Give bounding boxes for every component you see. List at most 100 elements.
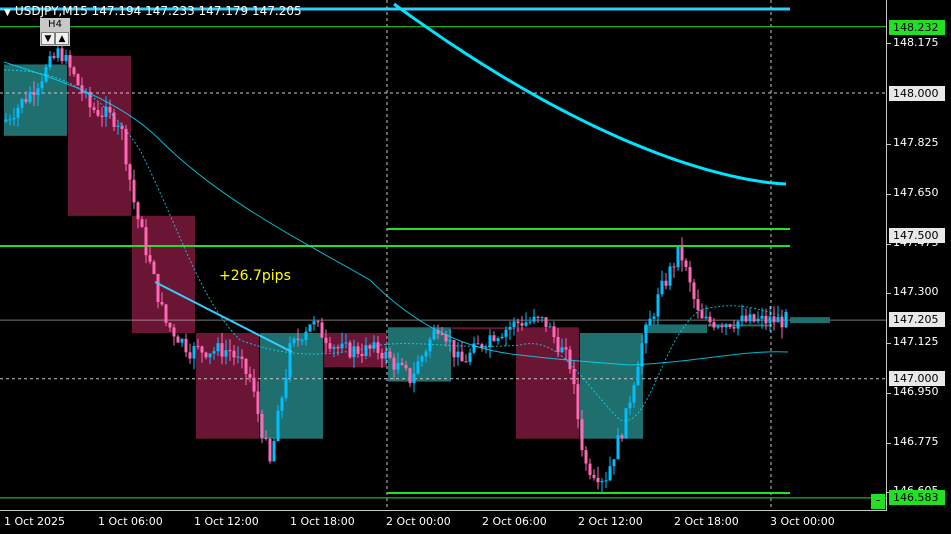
candle-body bbox=[568, 349, 572, 370]
candle-body bbox=[700, 310, 704, 319]
candle-body bbox=[136, 202, 140, 220]
candle-body bbox=[308, 324, 312, 332]
candle-body bbox=[532, 316, 536, 322]
candle-body bbox=[296, 338, 300, 341]
candle-body bbox=[688, 267, 692, 283]
candle-body bbox=[320, 322, 324, 338]
candle-body bbox=[344, 342, 348, 344]
candle-body bbox=[572, 369, 576, 385]
candle-body bbox=[692, 282, 696, 300]
candle-body bbox=[160, 302, 164, 305]
candle-body bbox=[420, 356, 424, 362]
price-chart[interactable] bbox=[0, 0, 886, 510]
candle-body bbox=[72, 67, 76, 75]
candle-body bbox=[336, 347, 340, 349]
time-tick: 2 Oct 12:00 bbox=[578, 515, 643, 528]
candle-body bbox=[712, 322, 716, 328]
candle-body bbox=[60, 48, 64, 62]
candle-body bbox=[408, 368, 412, 384]
candle-body bbox=[740, 315, 744, 322]
candle-body bbox=[696, 299, 700, 311]
candle-body bbox=[660, 280, 664, 295]
candle-body bbox=[528, 321, 532, 323]
candle-body bbox=[252, 377, 256, 392]
candle-body bbox=[760, 315, 764, 319]
candle-body bbox=[736, 321, 740, 329]
candle-body bbox=[196, 346, 200, 348]
candle-body bbox=[92, 107, 96, 111]
candle-body bbox=[576, 384, 580, 420]
candle-body bbox=[484, 347, 488, 349]
candle-body bbox=[264, 437, 268, 439]
candle-body bbox=[188, 352, 192, 359]
timeframe-up-icon[interactable]: ▲ bbox=[55, 32, 69, 45]
candle-body bbox=[348, 342, 352, 358]
candle-body bbox=[232, 350, 236, 358]
candle-body bbox=[592, 475, 596, 478]
candle-body bbox=[464, 361, 468, 363]
price-tick: 147.825 bbox=[893, 136, 939, 149]
candle-body bbox=[300, 340, 304, 342]
timeframe-down-icon[interactable]: ▼ bbox=[41, 32, 55, 45]
time-axis: 1 Oct 2025 1 Oct 06:00 1 Oct 12:00 1 Oct… bbox=[0, 511, 886, 534]
candle-body bbox=[24, 99, 28, 102]
candle-body bbox=[352, 346, 356, 358]
candle-body bbox=[624, 408, 628, 439]
candle-body bbox=[564, 347, 568, 350]
candle-body bbox=[496, 338, 500, 341]
candle-body bbox=[340, 343, 344, 349]
price-label-current: 147.205 bbox=[889, 312, 945, 327]
candle-body bbox=[176, 336, 180, 343]
candle-body bbox=[540, 317, 544, 319]
collapse-triangle-icon[interactable]: ▼ bbox=[4, 8, 11, 18]
price-tick-mark bbox=[887, 443, 891, 444]
candle-body bbox=[524, 322, 528, 326]
candle-body bbox=[536, 316, 540, 318]
time-tick: 3 Oct 00:00 bbox=[770, 515, 835, 528]
candle-body bbox=[316, 321, 320, 323]
time-tick: 1 Oct 12:00 bbox=[194, 515, 259, 528]
time-tick: 2 Oct 18:00 bbox=[674, 515, 739, 528]
h4-box bbox=[4, 64, 67, 136]
candle-body bbox=[516, 321, 520, 324]
candle-body bbox=[424, 351, 428, 357]
candle-body bbox=[448, 340, 452, 342]
candle-body bbox=[4, 119, 8, 122]
time-tick: 1 Oct 18:00 bbox=[290, 515, 355, 528]
candle-body bbox=[400, 362, 404, 365]
candle-body bbox=[304, 331, 308, 341]
candle-body bbox=[772, 316, 776, 323]
candle-body bbox=[780, 316, 784, 328]
timeframe-label: H4 bbox=[40, 18, 70, 31]
candle-body bbox=[412, 373, 416, 384]
candle-body bbox=[272, 441, 276, 462]
candle-body bbox=[704, 316, 708, 319]
price-tick: 146.950 bbox=[893, 385, 939, 398]
timeframe-overlay-box: H4 ▼ ▲ bbox=[40, 18, 70, 46]
minus-button[interactable]: - bbox=[871, 494, 885, 509]
time-tick: 1 Oct 06:00 bbox=[98, 515, 163, 528]
candle-body bbox=[656, 294, 660, 317]
time-tick: 2 Oct 06:00 bbox=[482, 515, 547, 528]
candle-body bbox=[684, 260, 688, 268]
candle-body bbox=[260, 413, 264, 438]
candle-body bbox=[404, 364, 408, 369]
candle-body bbox=[440, 333, 444, 335]
price-tick-mark bbox=[887, 343, 891, 344]
candle-body bbox=[756, 318, 760, 322]
candle-body bbox=[152, 261, 156, 275]
symbol-ohlc-text: USDJPY,M15 147.194 147.233 147.179 147.2… bbox=[14, 4, 302, 18]
candle-body bbox=[364, 345, 368, 356]
chart-area[interactable]: ▼ USDJPY,M15 147.194 147.233 147.179 147.… bbox=[0, 0, 887, 511]
price-label-1475: 147.500 bbox=[889, 228, 945, 243]
candle-body bbox=[372, 342, 376, 349]
candle-body bbox=[608, 466, 612, 481]
price-tick: 147.650 bbox=[893, 186, 939, 199]
candle-body bbox=[616, 435, 620, 460]
price-tick: 148.175 bbox=[893, 36, 939, 49]
price-label-147: 147.000 bbox=[889, 371, 945, 386]
h4-box bbox=[196, 333, 259, 439]
candle-body bbox=[644, 325, 648, 344]
candle-body bbox=[240, 356, 244, 359]
candle-body bbox=[40, 81, 44, 89]
